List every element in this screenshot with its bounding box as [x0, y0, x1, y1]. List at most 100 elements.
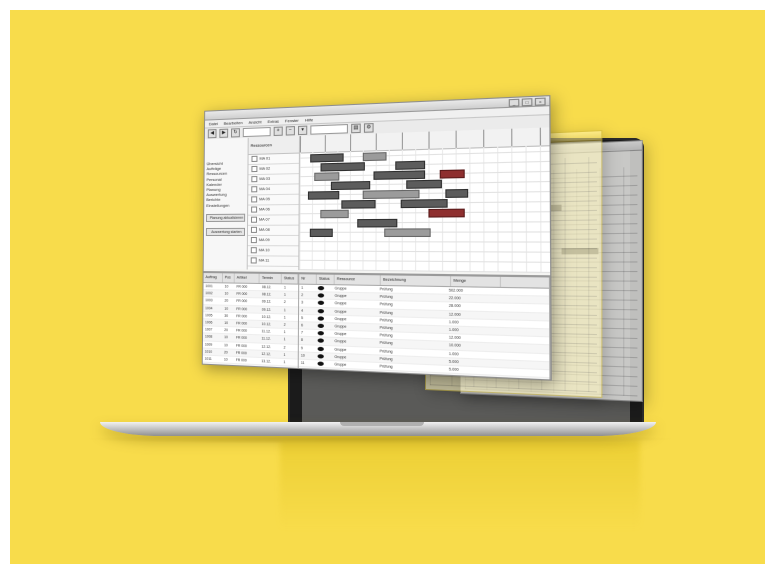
- print-icon[interactable]: ▤: [351, 124, 361, 134]
- menu-item[interactable]: Hilfe: [305, 116, 313, 124]
- resource-row[interactable]: MA 08: [248, 226, 299, 236]
- gantt-task-bar[interactable]: [395, 161, 425, 170]
- gantt-task-bar[interactable]: [373, 170, 425, 180]
- checkbox-icon[interactable]: [251, 196, 257, 202]
- table-cell: 1: [299, 285, 316, 292]
- resource-row[interactable]: MA 11: [248, 256, 299, 267]
- gantt-task-bar[interactable]: [308, 191, 339, 200]
- table-cell: 1: [282, 292, 298, 299]
- zoom-out-icon[interactable]: −: [286, 126, 295, 136]
- column-header[interactable]: Status: [317, 275, 335, 285]
- column-header[interactable]: Menge: [451, 276, 501, 287]
- tables-area: Auftrag Pos Artikel Termin Status 1001 10 FR 00…: [203, 271, 551, 379]
- status-dot-icon: [318, 309, 324, 313]
- gantt-task-bar[interactable]: [406, 180, 442, 189]
- gantt-task-bar[interactable]: [320, 210, 348, 219]
- resource-row[interactable]: MA 10: [248, 246, 299, 257]
- zoom-icon[interactable]: +: [274, 127, 283, 136]
- gantt-task-bar[interactable]: [363, 190, 420, 199]
- checkbox-icon[interactable]: [251, 206, 257, 212]
- table-cell: 20: [222, 349, 234, 356]
- resource-row[interactable]: MA 06: [248, 205, 299, 216]
- table-cell: 1: [281, 351, 297, 358]
- status-dot-icon: [318, 294, 324, 298]
- column-header[interactable]: Ressource: [335, 275, 381, 285]
- refresh-icon[interactable]: ↻: [231, 128, 240, 137]
- resource-label: MA 01: [259, 156, 270, 160]
- gantt-task-bar[interactable]: [401, 199, 448, 208]
- nav-button[interactable]: Auswertung starten: [206, 228, 245, 236]
- gantt-task-bar[interactable]: [314, 172, 339, 181]
- checkbox-icon[interactable]: [251, 227, 257, 233]
- nav-button[interactable]: Planung aktualisieren: [206, 214, 245, 222]
- checkbox-icon[interactable]: [251, 156, 257, 162]
- column-header[interactable]: Nr: [299, 274, 317, 284]
- resource-row[interactable]: MA 04: [248, 184, 298, 195]
- resource-row[interactable]: MA 09: [248, 236, 299, 246]
- column-header[interactable]: Termin: [260, 274, 282, 284]
- checkbox-icon[interactable]: [251, 217, 257, 223]
- forward-icon[interactable]: ▶: [219, 129, 228, 138]
- table-cell: 1007: [203, 326, 222, 333]
- menu-item[interactable]: Ansicht: [248, 118, 261, 126]
- close-icon[interactable]: ×: [535, 98, 546, 106]
- checkbox-icon[interactable]: [251, 247, 257, 253]
- gantt-task-bar[interactable]: [310, 229, 333, 237]
- nav-item[interactable]: Einstellungen: [204, 202, 247, 208]
- column-header[interactable]: Status: [282, 274, 298, 284]
- menu-item[interactable]: Extras: [268, 118, 279, 126]
- table-cell: [315, 345, 332, 352]
- table-cell: FR 000: [234, 291, 260, 298]
- maximize-icon[interactable]: □: [522, 98, 533, 106]
- filter-icon[interactable]: ▾: [298, 126, 307, 136]
- menu-item[interactable]: Datei: [209, 120, 218, 127]
- search-field[interactable]: [310, 124, 348, 135]
- checkbox-icon[interactable]: [251, 257, 257, 263]
- table-cell: Gruppe: [332, 308, 377, 316]
- menu-item[interactable]: Bearbeiten: [224, 119, 243, 127]
- details-table[interactable]: Nr Status Ressource Bezeichnung Menge 1 Gruppe…: [299, 274, 551, 379]
- table-cell: 4: [299, 307, 316, 314]
- column-header[interactable]: Auftrag: [204, 273, 223, 282]
- gantt-task-bar[interactable]: [320, 162, 364, 171]
- resource-row[interactable]: MA 05: [248, 195, 299, 206]
- table-cell: 1.000: [447, 319, 496, 327]
- gantt-task-bar[interactable]: [331, 181, 370, 190]
- column-header[interactable]: Pos: [223, 273, 235, 282]
- orders-table[interactable]: Auftrag Pos Artikel Termin Status 1001 10 FR 00…: [203, 273, 300, 368]
- date-field[interactable]: [243, 127, 271, 137]
- gantt-chart[interactable]: [299, 127, 550, 273]
- yellow-background: _ □ × Datei Bearbeiten Ansicht Extras Fenste…: [10, 10, 765, 564]
- column-header[interactable]: Bezeichnung: [381, 275, 451, 286]
- gantt-task-bar[interactable]: [440, 169, 465, 178]
- gantt-task-bar[interactable]: [363, 152, 387, 161]
- gantt-task-bar[interactable]: [341, 200, 375, 209]
- gantt-task-bar[interactable]: [384, 228, 431, 237]
- settings-icon[interactable]: ⚙: [364, 123, 374, 133]
- gantt-task-bar[interactable]: [310, 153, 343, 162]
- table-cell: 1009: [203, 341, 222, 348]
- table-cell: FR 000: [234, 357, 260, 364]
- table-cell: FR 000: [234, 298, 260, 305]
- main-application-window[interactable]: _ □ × Datei Bearbeiten Ansicht Extras Fenste…: [202, 95, 552, 381]
- minimize-icon[interactable]: _: [509, 99, 520, 107]
- back-icon[interactable]: ◀: [208, 129, 217, 138]
- checkbox-icon[interactable]: [251, 186, 257, 192]
- resource-header: Ressourcen: [249, 136, 299, 155]
- gantt-task-bar[interactable]: [428, 209, 464, 218]
- gantt-task-bar[interactable]: [357, 219, 397, 228]
- checkbox-icon[interactable]: [251, 166, 257, 172]
- table-cell: 12.000: [447, 311, 496, 319]
- table-cell: 1: [281, 359, 297, 366]
- gantt-task-bar[interactable]: [445, 189, 468, 198]
- status-dot-icon: [318, 331, 324, 335]
- table-cell: 1004: [203, 305, 222, 312]
- menu-item[interactable]: Fenster: [285, 117, 299, 125]
- table-cell: 502.000: [447, 287, 496, 295]
- table-cell: 6: [299, 322, 316, 329]
- column-header[interactable]: Artikel: [235, 273, 260, 283]
- table-cell: 2: [299, 292, 316, 299]
- checkbox-icon[interactable]: [251, 237, 257, 243]
- checkbox-icon[interactable]: [251, 176, 257, 182]
- resource-row[interactable]: MA 07: [248, 215, 299, 226]
